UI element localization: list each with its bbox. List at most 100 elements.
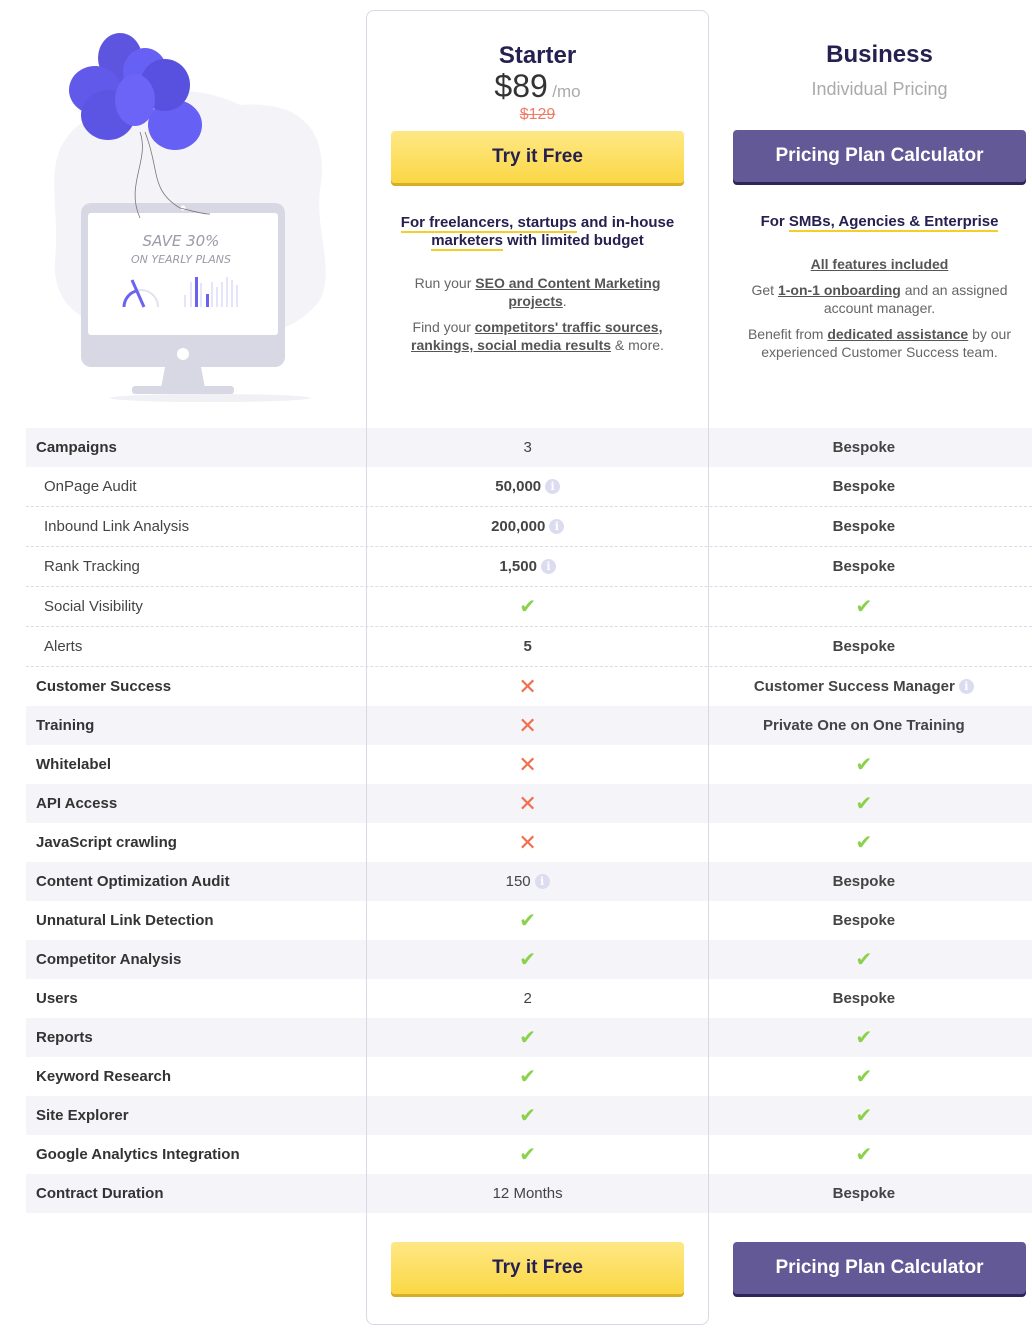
feature-label: Unnatural Link Detection — [36, 912, 214, 929]
check-icon: ✔ — [519, 1105, 536, 1127]
feature-label: Content Optimization Audit — [36, 873, 230, 890]
feature-row: Rank Tracking 1,500 i Bespoke — [26, 547, 1032, 587]
feature-row: Alerts 5 Bespoke — [26, 627, 1032, 667]
feature-row: Competitor Analysis ✔ ✔ — [26, 940, 1032, 979]
starter-value-text: 2 — [523, 990, 532, 1007]
starter-value-text: 1,500 — [499, 558, 537, 575]
check-icon: ✔ — [855, 1144, 873, 1166]
feature-row: Whitelabel ✕ ✔ — [26, 745, 1032, 784]
business-value-text: Bespoke — [832, 912, 896, 929]
feature-label: OnPage Audit — [44, 478, 137, 495]
starter-feature-value: ✕ — [360, 752, 696, 778]
starter-tagline-highlight-2: marketers — [431, 232, 503, 251]
starter-description: Run your SEO and Content Marketing proje… — [400, 274, 675, 362]
cross-icon: ✕ — [518, 673, 537, 699]
check-icon: ✔ — [519, 910, 536, 932]
starter-tagline-text: and in-house — [576, 214, 675, 231]
feature-label: Contract Duration — [36, 1185, 164, 1202]
feature-row: Customer Success ✕ Customer Success Manage… — [26, 667, 1032, 706]
starter-feature-value: ✔ — [360, 594, 696, 619]
business-feature-value: ✔ — [696, 1103, 1032, 1128]
dedicated-assistance-link[interactable]: dedicated assistance — [827, 326, 968, 342]
starter-feature-value: ✔ — [360, 1142, 696, 1167]
feature-label: Reports — [36, 1029, 93, 1046]
feature-row: Campaigns 3 Bespoke — [26, 428, 1032, 467]
business-description: All features included Get 1-on-1 onboard… — [738, 255, 1021, 369]
info-icon[interactable]: i — [958, 679, 974, 694]
check-icon: ✔ — [855, 596, 873, 618]
starter-feature-value: 200,000 i — [360, 518, 696, 535]
onboarding-link[interactable]: 1-on-1 onboarding — [778, 282, 901, 298]
business-value-text: Private One on One Training — [763, 717, 965, 734]
cross-icon: ✕ — [518, 829, 537, 855]
business-feature-value: Bespoke — [696, 638, 1032, 655]
starter-feature-value: ✔ — [360, 908, 696, 933]
pricing-plan-calculator-button-bottom[interactable]: Pricing Plan Calculator — [733, 1242, 1026, 1294]
feature-row: Google Analytics Integration ✔ ✔ — [26, 1135, 1032, 1174]
feature-row: Content Optimization Audit 150 i Bespoke — [26, 862, 1032, 901]
info-icon[interactable]: i — [540, 559, 556, 574]
feature-label: Customer Success — [36, 678, 172, 695]
feature-label: Inbound Link Analysis — [44, 518, 190, 535]
feature-label: Campaigns — [36, 439, 117, 456]
business-feature-value: Bespoke — [696, 912, 1032, 929]
starter-desc-line-1: Run your SEO and Content Marketing proje… — [400, 274, 675, 310]
starter-price: $89 — [494, 68, 548, 104]
check-icon: ✔ — [519, 1027, 536, 1049]
promo-line-2: ON YEARLY PLANS — [131, 253, 231, 266]
starter-feature-value: 5 — [360, 638, 696, 655]
feature-label: Keyword Research — [36, 1068, 172, 1085]
all-features-link[interactable]: All features included — [811, 256, 949, 272]
business-tagline: For SMBs, Agencies & Enterprise — [733, 213, 1026, 232]
feature-label: Social Visibility — [44, 598, 143, 615]
feature-row: Unnatural Link Detection ✔ Bespoke — [26, 901, 1032, 940]
starter-feature-value: 3 — [360, 439, 696, 456]
business-value-text: Customer Success Manager — [753, 678, 955, 695]
business-feature-value: ✔ — [696, 947, 1032, 972]
starter-feature-value: ✔ — [360, 947, 696, 972]
check-icon: ✔ — [855, 1105, 873, 1127]
starter-old-price: $129 — [519, 106, 556, 123]
check-icon: ✔ — [855, 1066, 873, 1088]
business-feature-value: Bespoke — [696, 1185, 1032, 1202]
business-feature-value: Customer Success Manager i — [696, 678, 1032, 695]
starter-feature-value: 12 Months — [360, 1185, 696, 1202]
feature-comparison-table: Campaigns 3 Bespoke OnPage Audit 50,000 i Besp… — [26, 428, 1032, 1213]
feature-label: Training — [36, 717, 95, 734]
feature-row: JavaScript crawling ✕ ✔ — [26, 823, 1032, 862]
check-icon: ✔ — [855, 793, 873, 815]
starter-desc2-pre: Find your — [412, 319, 475, 335]
feature-label: Competitor Analysis — [36, 951, 182, 968]
business-subtitle: Individual Pricing — [811, 79, 948, 99]
check-icon: ✔ — [519, 1066, 536, 1088]
promo-line-1: SAVE 30% — [143, 232, 220, 250]
starter-desc2-post: & more. — [611, 337, 664, 353]
starter-feature-value: ✔ — [360, 1103, 696, 1128]
business-value-text: Bespoke — [832, 518, 896, 535]
feature-row: API Access ✕ ✔ — [26, 784, 1032, 823]
starter-value-text: 3 — [523, 439, 532, 456]
starter-value-text: 200,000 — [491, 518, 546, 535]
business-feature-value: ✔ — [696, 791, 1032, 816]
info-icon[interactable]: i — [545, 479, 561, 494]
feature-row: Site Explorer ✔ ✔ — [26, 1096, 1032, 1135]
promo-illustration: SAVE 30% ON YEARLY PLANS — [40, 20, 340, 410]
monitor-balloons-illustration: SAVE 30% ON YEARLY PLANS — [54, 33, 326, 402]
business-feature-value: Bespoke — [696, 990, 1032, 1007]
business-feature-value: ✔ — [696, 830, 1032, 855]
starter-desc1-post: . — [562, 293, 567, 309]
cross-icon: ✕ — [518, 712, 537, 738]
business-feature-value: ✔ — [696, 1064, 1032, 1089]
starter-plan-name: Starter — [498, 42, 577, 69]
pricing-plan-calculator-button-top[interactable]: Pricing Plan Calculator — [733, 130, 1026, 182]
starter-feature-value: 2 — [360, 990, 696, 1007]
info-icon[interactable]: i — [549, 519, 565, 534]
starter-price-row: $89 /mo — [366, 70, 709, 109]
check-icon: ✔ — [519, 596, 537, 618]
seo-content-marketing-link[interactable]: SEO and Content Marketing projects — [475, 275, 660, 309]
check-icon: ✔ — [519, 949, 536, 971]
starter-try-free-button-top[interactable]: Try it Free — [391, 131, 684, 183]
starter-try-free-button-bottom[interactable]: Try it Free — [391, 1242, 684, 1294]
starter-value-text: 12 Months — [492, 1185, 563, 1202]
info-icon[interactable]: i — [534, 874, 550, 889]
